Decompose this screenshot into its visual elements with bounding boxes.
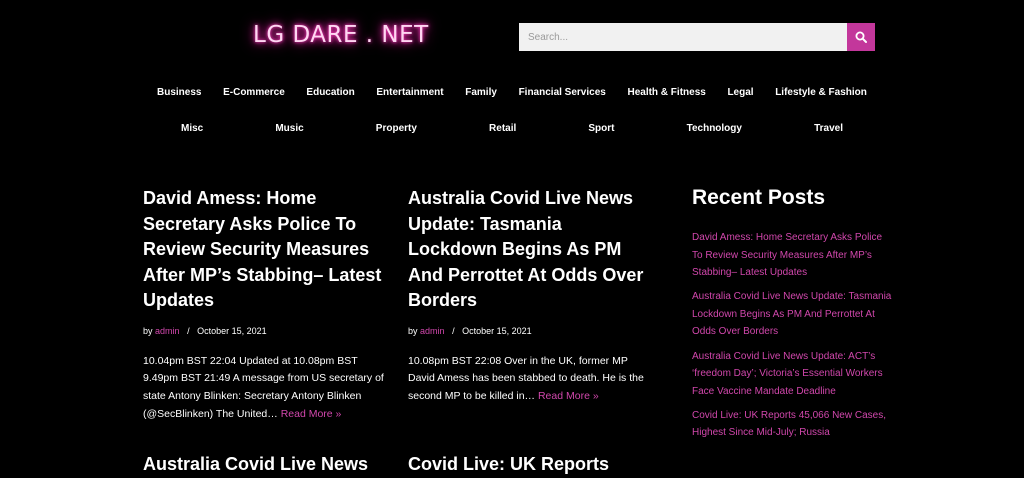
nav-item-technology[interactable]: Technology	[687, 123, 742, 134]
recent-post-link[interactable]: Australia Covid Live News Update: ACT’s …	[692, 348, 892, 401]
post-author-link[interactable]: admin	[155, 326, 180, 336]
post-excerpt: 10.04pm BST 22:04 Updated at 10.08pm BST…	[143, 353, 388, 424]
recent-posts-widget: Recent Posts David Amess: Home Secretary…	[692, 184, 892, 449]
post-date: October 15, 2021	[462, 325, 532, 336]
read-more-link[interactable]: Read More »	[281, 408, 342, 420]
excerpt-text: 10.04pm BST 22:04 Updated at 10.08pm BST…	[143, 354, 384, 420]
primary-menu-row-1: Business E-Commerce Education Entertainm…	[157, 87, 867, 98]
nav-item-music[interactable]: Music	[275, 123, 303, 134]
post-meta: by admin / October 15, 2021	[143, 326, 388, 338]
post-title[interactable]: Australia Covid Live News Update: Tasman…	[408, 186, 653, 314]
post-card: David Amess: Home Secretary Asks Police …	[143, 186, 388, 423]
nav-item-health-fitness[interactable]: Health & Fitness	[627, 87, 705, 98]
excerpt-text: 10.08pm BST 22:08 Over in the UK, former…	[408, 354, 644, 402]
nav-item-entertainment[interactable]: Entertainment	[376, 87, 443, 98]
post-card: Australia Covid Live News Update: Tasman…	[408, 186, 653, 406]
nav-item-property[interactable]: Property	[376, 123, 417, 134]
site-logo[interactable]: LG DARE . NET	[253, 22, 429, 48]
widget-title: Recent Posts	[692, 186, 826, 209]
nav-item-e-commerce[interactable]: E-Commerce	[223, 87, 285, 98]
meta-separator: /	[187, 325, 190, 336]
nav-item-business[interactable]: Business	[157, 87, 201, 98]
nav-item-education[interactable]: Education	[306, 87, 354, 98]
recent-post-link[interactable]: Covid Live: UK Reports 45,066 New Cases,…	[692, 407, 892, 442]
nav-item-misc[interactable]: Misc	[181, 123, 203, 134]
meta-separator: /	[452, 325, 455, 336]
primary-menu-row-2: Misc Music Property Retail Sport Technol…	[181, 123, 843, 134]
nav-item-family[interactable]: Family	[465, 87, 497, 98]
meta-by: by	[143, 325, 153, 336]
search-button[interactable]	[847, 23, 875, 51]
nav-item-legal[interactable]: Legal	[727, 87, 753, 98]
post-excerpt: 10.08pm BST 22:08 Over in the UK, former…	[408, 353, 653, 406]
nav-item-retail[interactable]: Retail	[489, 123, 516, 134]
read-more-link[interactable]: Read More »	[538, 390, 599, 402]
post-date: October 15, 2021	[197, 325, 267, 336]
recent-post-link[interactable]: Australia Covid Live News Update: Tasman…	[692, 288, 892, 341]
search-icon	[855, 31, 867, 43]
search-input[interactable]	[519, 23, 847, 51]
nav-item-financial-services[interactable]: Financial Services	[519, 87, 606, 98]
nav-item-travel[interactable]: Travel	[814, 123, 843, 134]
meta-by: by	[408, 325, 418, 336]
nav-item-lifestyle-fashion[interactable]: Lifestyle & Fashion	[775, 87, 867, 98]
post-title[interactable]: David Amess: Home Secretary Asks Police …	[143, 186, 388, 314]
nav-item-sport[interactable]: Sport	[588, 123, 614, 134]
search-form	[519, 23, 875, 51]
recent-post-link[interactable]: David Amess: Home Secretary Asks Police …	[692, 229, 892, 282]
post-meta: by admin / October 15, 2021	[408, 326, 653, 338]
post-author-link[interactable]: admin	[420, 326, 445, 336]
